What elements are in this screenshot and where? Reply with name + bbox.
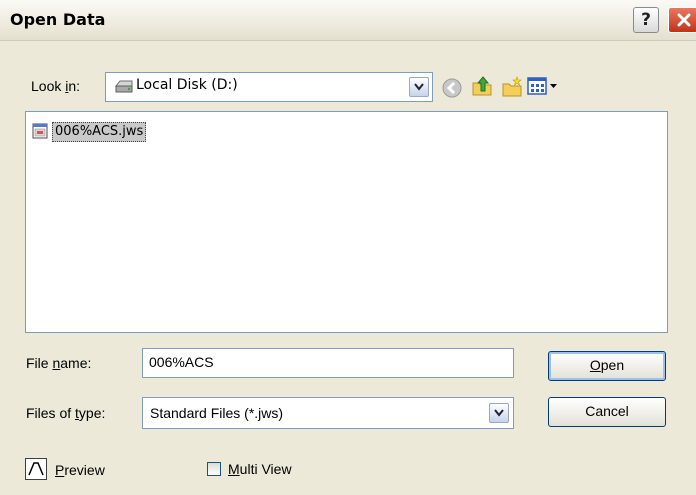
- preview-button[interactable]: [25, 458, 47, 480]
- file-type-dropdown-button[interactable]: [489, 403, 509, 423]
- look-in-combobox[interactable]: Local Disk (D:): [105, 72, 433, 102]
- file-type-value: Standard Files (*.jws): [150, 405, 284, 421]
- view-menu-icon: [527, 77, 547, 95]
- preview-label: Preview: [55, 462, 105, 478]
- look-in-label: Look in:: [31, 78, 81, 94]
- file-list[interactable]: 006%ACS.jws: [25, 111, 668, 333]
- chevron-down-icon: [494, 409, 504, 417]
- file-type-select[interactable]: Standard Files (*.jws): [142, 397, 514, 429]
- waveform-icon: [28, 462, 44, 476]
- document-icon: [32, 123, 48, 139]
- hard-drive-icon: [114, 80, 133, 93]
- multi-view-checkbox[interactable]: [207, 462, 221, 476]
- up-folder-icon[interactable]: [471, 75, 493, 97]
- look-in-value: Local Disk (D:): [136, 77, 238, 93]
- file-name-label: File name:: [26, 355, 92, 371]
- multi-view-label: Multi View: [228, 461, 292, 477]
- file-name-label: 006%ACS.jws: [52, 122, 147, 142]
- file-type-label: Files of type:: [26, 405, 106, 421]
- title-bar: Open Data ?: [0, 0, 696, 41]
- back-icon[interactable]: [441, 77, 463, 99]
- close-icon: [677, 13, 691, 27]
- view-menu-button[interactable]: [527, 76, 561, 98]
- look-in-dropdown-button[interactable]: [409, 77, 429, 97]
- cancel-button[interactable]: Cancel: [548, 397, 666, 427]
- chevron-down-icon: [550, 84, 557, 88]
- chevron-down-icon: [414, 83, 424, 91]
- file-name-input[interactable]: 006%ACS: [142, 348, 514, 378]
- open-button[interactable]: Open: [548, 351, 666, 381]
- close-button[interactable]: [668, 7, 696, 33]
- new-folder-icon[interactable]: [501, 76, 523, 98]
- help-button[interactable]: ?: [633, 7, 659, 33]
- dialog-title: Open Data: [10, 10, 106, 29]
